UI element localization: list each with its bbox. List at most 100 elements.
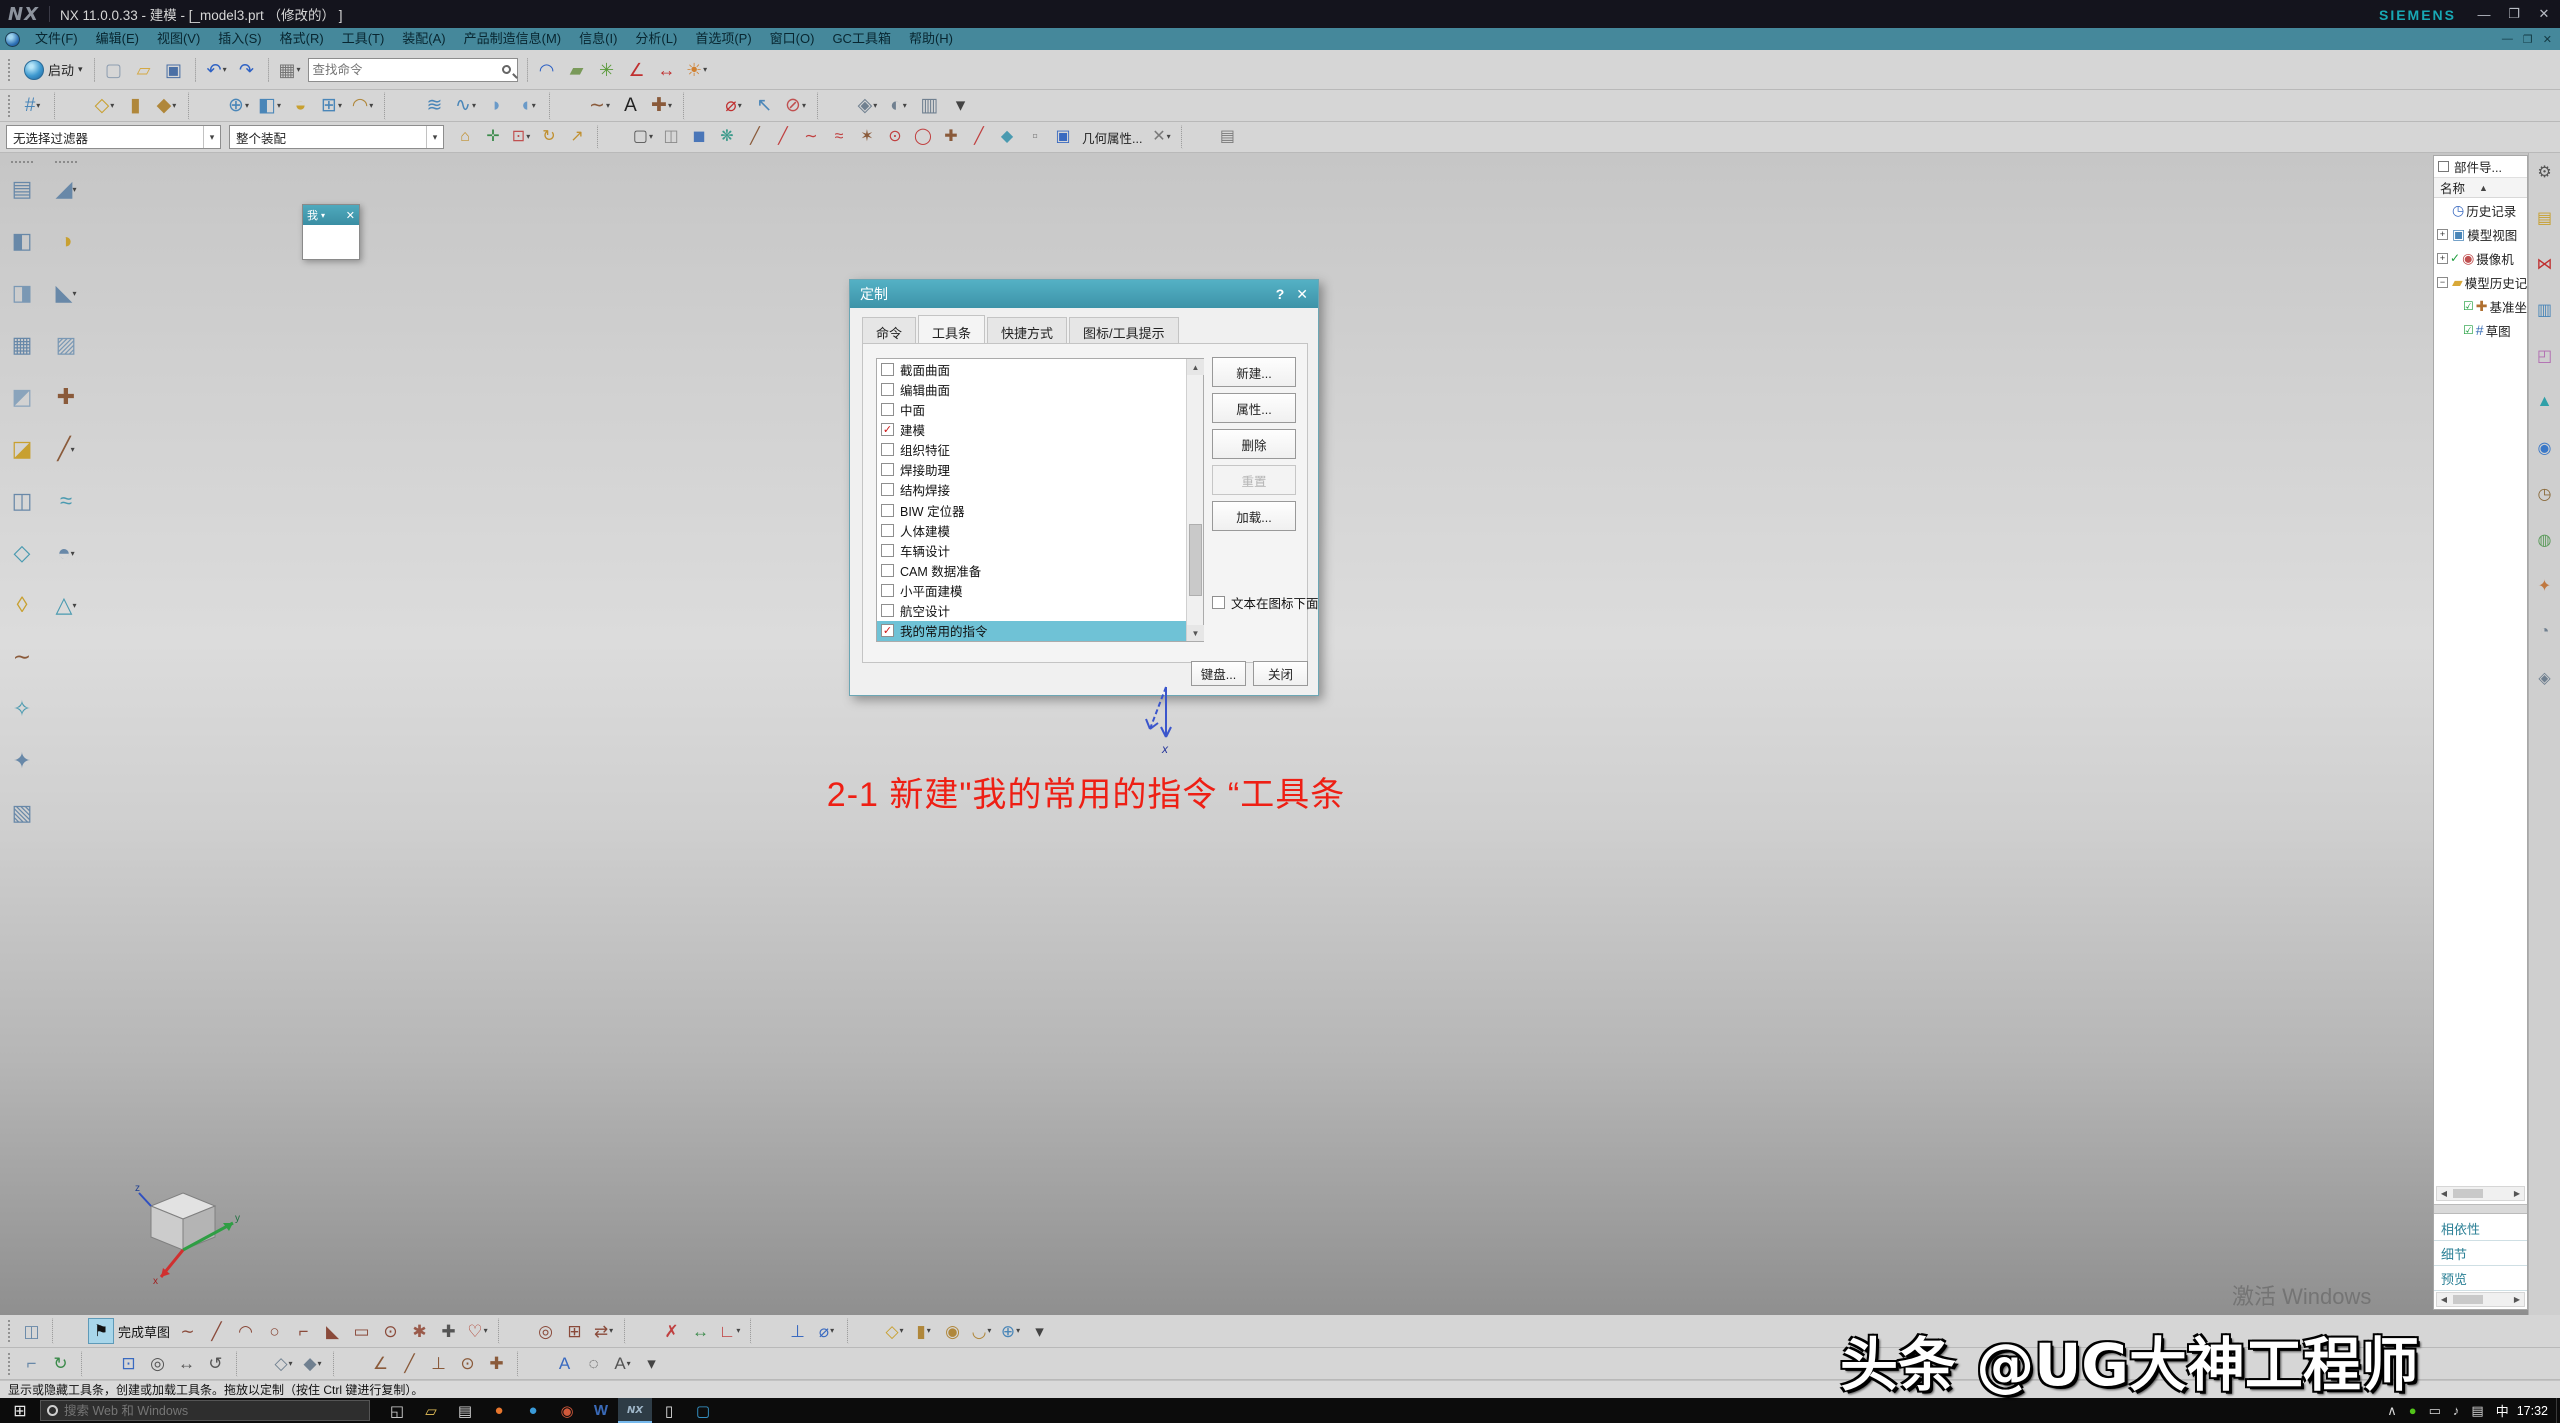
checkbox-icon[interactable] xyxy=(881,624,894,637)
swept-icon[interactable]: ∿ xyxy=(451,92,480,120)
panel-dependencies[interactable]: 相依性 xyxy=(2434,1216,2528,1241)
toolbar-list-item[interactable]: 编辑曲面 xyxy=(877,379,1188,399)
four-point-surface-icon[interactable]: ▤ xyxy=(4,171,40,207)
selection-filter-dropdown[interactable]: 无选择过滤器 ▾ xyxy=(6,125,221,149)
sort-ascending-icon[interactable]: ▲ xyxy=(2479,183,2488,193)
rectangle-icon[interactable]: ▭ xyxy=(348,1318,375,1344)
checkbox-icon[interactable] xyxy=(881,463,894,476)
studio-spline-tool-icon[interactable]: ✧ xyxy=(4,691,40,727)
scroll-left-icon[interactable]: ◀ xyxy=(2437,1189,2451,1198)
browser-icon[interactable]: ● xyxy=(516,1398,550,1423)
section-analysis-icon[interactable]: ☀ xyxy=(683,56,711,84)
snap-intersect-b-icon[interactable]: ✚ xyxy=(483,1351,510,1377)
nav-row-model-views[interactable]: + ▣ 模型视图 xyxy=(2434,222,2527,246)
orient-wcs-icon[interactable]: ↗ xyxy=(564,125,590,149)
assembly-navigator-icon[interactable]: ▤ xyxy=(2532,205,2558,231)
toolbar-list-item[interactable]: 中面 xyxy=(877,399,1188,419)
minimize-button[interactable]: — xyxy=(2476,7,2492,22)
trim-body-icon[interactable]: ◧ xyxy=(255,92,284,120)
scrollbar-thumb[interactable] xyxy=(2453,1295,2483,1304)
snap-mid-b-icon[interactable]: ⊥ xyxy=(425,1351,452,1377)
expand-icon[interactable]: + xyxy=(2437,229,2448,240)
geometric-constraints-icon[interactable]: ⊥ xyxy=(784,1318,811,1344)
text-tools-icon[interactable]: A xyxy=(609,1351,636,1377)
file-explorer-icon[interactable]: ▱ xyxy=(414,1398,448,1423)
snap-intersection-icon[interactable]: ✚ xyxy=(938,125,964,149)
quick-dimension-icon[interactable]: A xyxy=(551,1351,578,1377)
hd3d-tools-icon[interactable]: ▲ xyxy=(2532,389,2558,415)
nav-row-model-history[interactable]: − ▰ 模型历史记录 xyxy=(2434,270,2527,294)
snap-grid-icon[interactable]: ▫ xyxy=(1022,125,1048,149)
snap-endpoint-icon[interactable]: ╱ xyxy=(742,125,768,149)
dialog-titlebar[interactable]: 定制 ? ✕ xyxy=(850,280,1318,308)
chevron-down-icon[interactable]: ▾ xyxy=(321,211,325,220)
studio-spline-icon[interactable]: ✱ xyxy=(406,1318,433,1344)
toolbar-list-item[interactable]: 我的常用的指令 xyxy=(877,621,1188,641)
toolbar-list-item[interactable]: 车辆设计 xyxy=(877,540,1188,560)
snap-spline-icon[interactable]: ∼ xyxy=(798,125,824,149)
menu-preferences[interactable]: 首选项(P) xyxy=(686,28,760,50)
document-icon[interactable]: ▯ xyxy=(652,1398,686,1423)
selection-scope-dropdown[interactable]: 整个装配 ▾ xyxy=(229,125,444,149)
snap-center-b-icon[interactable]: ⊙ xyxy=(454,1351,481,1377)
load-button[interactable]: 加载... xyxy=(1212,501,1296,531)
point-icon[interactable]: ✚ xyxy=(647,92,676,120)
properties-button[interactable]: 属性... xyxy=(1212,393,1296,423)
arc-icon[interactable]: ◠ xyxy=(232,1318,259,1344)
measure-angle-icon[interactable]: ∠ xyxy=(623,56,651,84)
menu-edit[interactable]: 编辑(E) xyxy=(87,28,148,50)
window-layout-icon[interactable]: ▦ xyxy=(276,56,304,84)
list-scrollbar[interactable]: ▲ ▼ xyxy=(1186,359,1203,641)
pan-icon[interactable]: ↔ xyxy=(173,1351,200,1377)
visibility-check-icon[interactable]: ☑ xyxy=(2463,323,2474,337)
freeform-curve-icon[interactable]: ∼ xyxy=(4,639,40,675)
measure-icon[interactable]: ⌀ xyxy=(719,92,748,120)
offset-curve-icon[interactable]: ◎ xyxy=(532,1318,559,1344)
fit-view-icon[interactable]: ⊡ xyxy=(115,1351,142,1377)
extrude-icon[interactable]: ▮ xyxy=(121,92,150,120)
fillet-icon[interactable]: ⌐ xyxy=(290,1318,317,1344)
geometric-connect-icon[interactable]: ▣ xyxy=(1050,125,1076,149)
constraint-navigator-icon[interactable]: ⋈ xyxy=(2532,251,2558,277)
chrome-icon[interactable]: ◉ xyxy=(550,1398,584,1423)
doc-close-button[interactable]: ✕ xyxy=(2543,33,2552,46)
command-finder[interactable] xyxy=(308,58,518,82)
expand-icon[interactable] xyxy=(2450,301,2461,312)
search-icon[interactable] xyxy=(502,65,511,74)
select-rectangle-icon[interactable]: ▢ xyxy=(630,125,656,149)
more-commands-icon[interactable]: ▾ xyxy=(946,92,975,120)
checkbox-icon[interactable] xyxy=(881,544,894,557)
pattern-curve-icon[interactable]: ⊞ xyxy=(561,1318,588,1344)
message-icon[interactable]: ▤ xyxy=(2471,1403,2483,1419)
redo-icon[interactable]: ↷ xyxy=(233,56,261,84)
sew-icon[interactable]: ▧ xyxy=(4,795,40,831)
checkbox-icon[interactable] xyxy=(881,483,894,496)
volume-icon[interactable]: ♪ xyxy=(2453,1403,2460,1418)
measure-distance-icon[interactable]: ↔ xyxy=(653,56,681,84)
name-column-header[interactable]: 名称 ▲ xyxy=(2434,178,2527,198)
orient-view-icon[interactable]: ⌐ xyxy=(18,1351,45,1377)
trim-tools-icon[interactable]: ✕ xyxy=(1148,125,1174,149)
scrollbar-thumb[interactable] xyxy=(1189,524,1202,596)
text-icon[interactable]: A xyxy=(616,92,645,120)
scroll-left-icon[interactable]: ◀ xyxy=(2437,1295,2451,1304)
scroll-right-icon[interactable]: ▶ xyxy=(2510,1295,2524,1304)
extrude-b-icon[interactable]: ▮ xyxy=(910,1318,937,1344)
task-view-button[interactable]: ◱ xyxy=(380,1398,414,1423)
wechat-icon[interactable]: ● xyxy=(2409,1403,2417,1418)
through-curve-mesh-icon[interactable]: ▦ xyxy=(4,327,40,363)
graphics-window[interactable]: ▤◧◨▦◩◪◫◇◊∼✧✦▧ ◢◑◣▨✚╱≈◓△ 我 ▾ ✕ 定制 ? ✕ 命令工… xyxy=(0,153,2560,1315)
panel-preview[interactable]: 预览 xyxy=(2434,1266,2528,1291)
datum-plane-b-icon[interactable]: ◇ xyxy=(881,1318,908,1344)
toolbar-handle[interactable] xyxy=(55,161,77,165)
tray-chevron-icon[interactable]: ∧ xyxy=(2387,1403,2397,1419)
delete-button[interactable]: 删除 xyxy=(1212,429,1296,459)
scrollbar-thumb[interactable] xyxy=(2453,1189,2483,1198)
snap-scatter-icon[interactable]: ❋ xyxy=(714,125,740,149)
shell-icon[interactable]: ◒ xyxy=(286,92,315,120)
taskbar-clock[interactable]: 17:32 xyxy=(2515,1404,2556,1418)
checkbox-icon[interactable] xyxy=(881,383,894,396)
help-icon[interactable]: ? xyxy=(1276,286,1285,303)
show-desktop-button[interactable] xyxy=(2556,1398,2560,1423)
menu-window[interactable]: 窗口(O) xyxy=(761,28,824,50)
